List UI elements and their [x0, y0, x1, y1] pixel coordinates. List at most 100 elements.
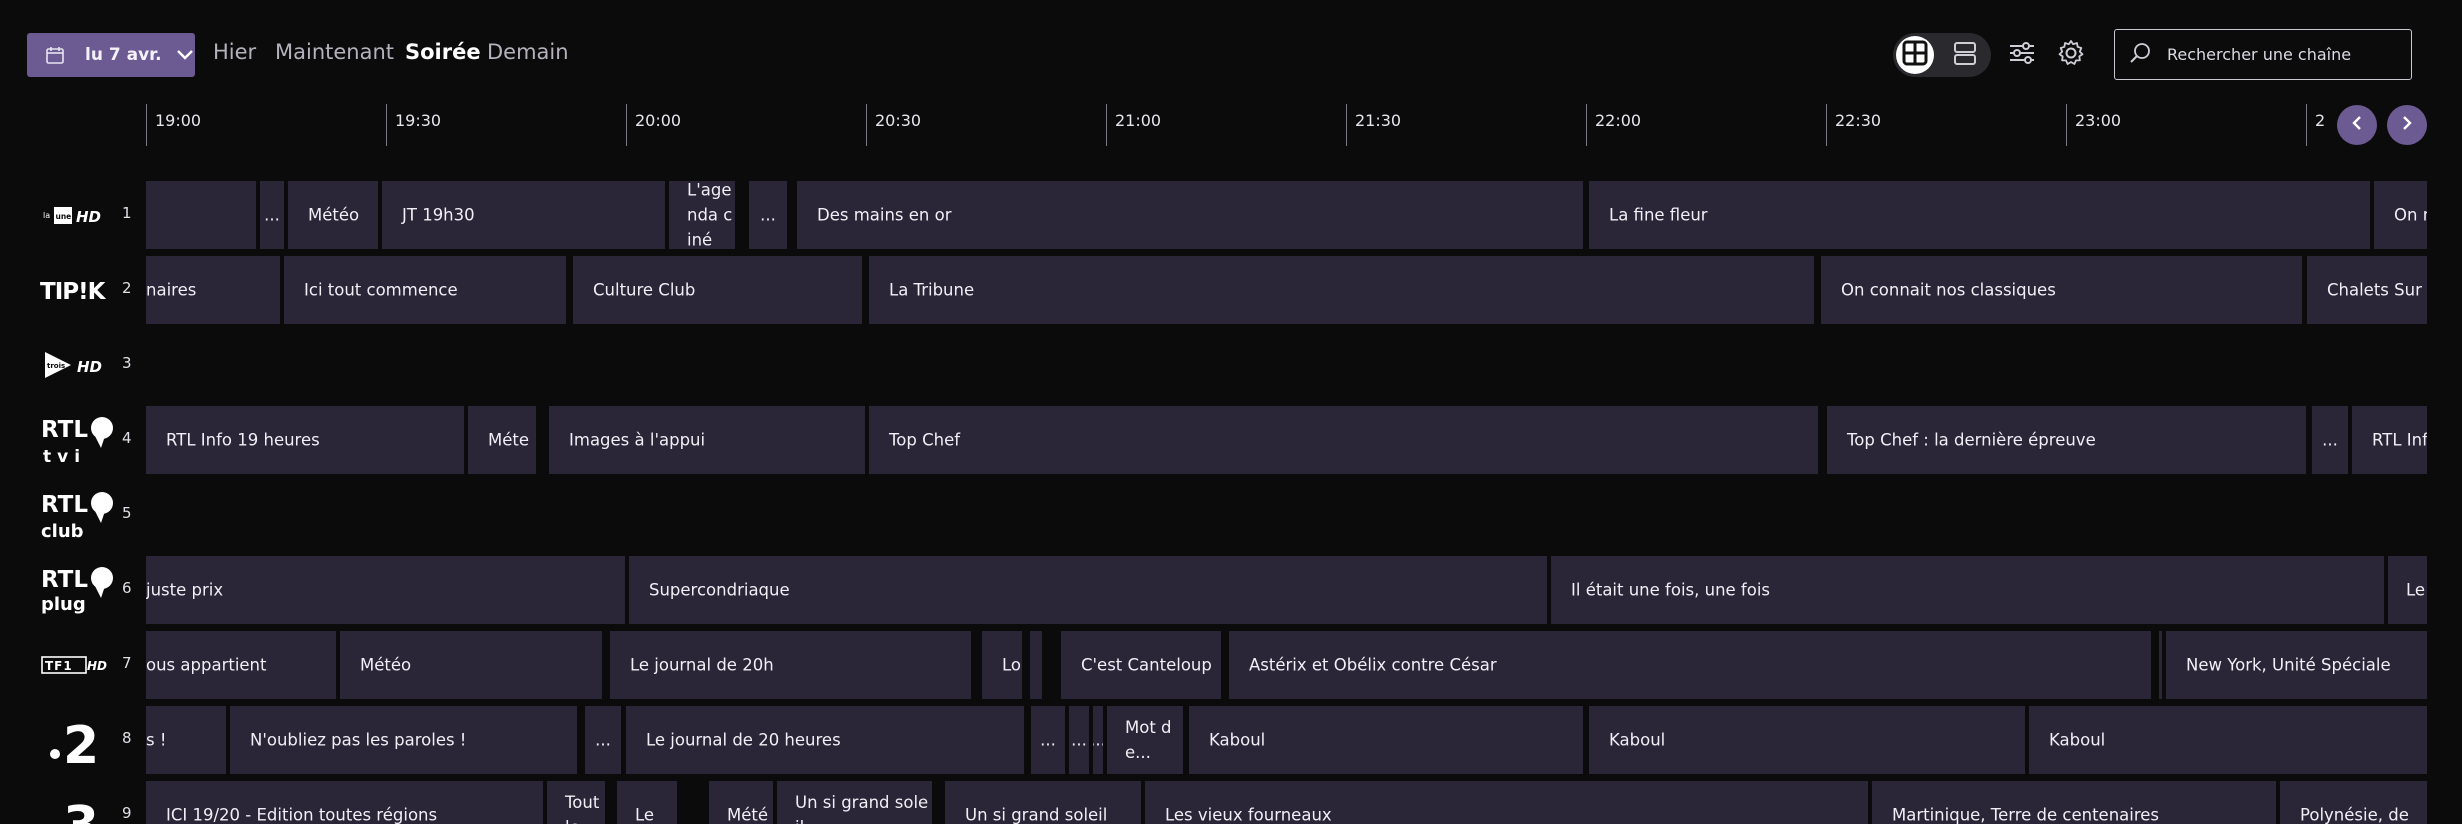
nav-demain[interactable]: Demain: [487, 40, 569, 64]
channel-row-header[interactable]: trois HD 3: [0, 330, 146, 400]
program-cell[interactable]: Supercondriaque: [629, 556, 1547, 624]
program-cell[interactable]: ous appartient: [146, 631, 336, 699]
filters-button[interactable]: [2004, 37, 2040, 73]
channel-row-header[interactable]: la une HD 1: [0, 180, 146, 250]
channel-number: 9: [122, 804, 132, 822]
program-cell[interactable]: Un si grand soleil: [777, 781, 932, 824]
program-cell[interactable]: Lo: [982, 631, 1022, 699]
channel-row-header[interactable]: RTL club 5: [0, 480, 146, 550]
program-cell[interactable]: Chalets Sur Me: [2307, 256, 2427, 324]
program-row: juste prix Supercondriaque Il était une …: [146, 555, 2427, 625]
program-cell[interactable]: Ici tout commence: [284, 256, 566, 324]
program-cell[interactable]: ...: [1069, 706, 1089, 774]
program-cell[interactable]: Kaboul: [1589, 706, 2025, 774]
program-cell[interactable]: juste prix: [146, 556, 625, 624]
program-cell[interactable]: Météo: [340, 631, 602, 699]
program-cell[interactable]: Le journal de 20 heures: [626, 706, 1024, 774]
program-cell[interactable]: New York, Unité Spéciale: [2166, 631, 2427, 699]
program-cell[interactable]: Images à l'appui: [549, 406, 865, 474]
program-cell[interactable]: RTL Info: [2352, 406, 2427, 474]
svg-text:plug: plug: [41, 594, 86, 615]
program-cell[interactable]: s !: [146, 706, 226, 774]
channel-logo-rtl-club: RTL club: [38, 480, 116, 550]
program-cell[interactable]: L'agenda ciné: [669, 181, 735, 249]
program-cell[interactable]: ...: [260, 181, 284, 249]
program-cell[interactable]: On connait nos classiques: [1821, 256, 2302, 324]
program-cell[interactable]: Astérix et Obélix contre César: [1229, 631, 2151, 699]
channel-logo-rtl-plug: RTL plug: [38, 555, 116, 625]
program-cell[interactable]: ...: [1093, 706, 1103, 774]
program-cell[interactable]: Météo: [288, 181, 378, 249]
program-row: s ! N'oubliez pas les paroles ! ... Le j…: [146, 705, 2427, 775]
time-tick: 19:00: [146, 104, 201, 146]
program-cell[interactable]: Polynésie, de: [2280, 781, 2427, 824]
program-cell[interactable]: Le: [617, 781, 677, 824]
program-cell[interactable]: N'oubliez pas les paroles !: [230, 706, 577, 774]
svg-text:3: 3: [63, 796, 99, 824]
program-cell[interactable]: [2159, 631, 2162, 699]
channel-row-header[interactable]: TF1 HD 7: [0, 630, 146, 700]
program-cell[interactable]: Il était une fois, une fois: [1551, 556, 2384, 624]
program-cell[interactable]: Le journal de 20h: [610, 631, 971, 699]
program-cell[interactable]: Kaboul: [1189, 706, 1583, 774]
program-cell[interactable]: Mot de...: [1107, 706, 1183, 774]
grid-view-icon: [1902, 40, 1928, 70]
program-cell[interactable]: [1030, 631, 1042, 699]
program-cell[interactable]: ICI 19/20 - Edition toutes régions: [146, 781, 543, 824]
chevron-left-icon: [2351, 115, 2363, 135]
program-cell[interactable]: JT 19h30: [382, 181, 665, 249]
channel-row-header[interactable]: 2 8: [0, 705, 146, 775]
program-cell[interactable]: Le Ch: [2388, 556, 2427, 624]
program-cell[interactable]: Kaboul: [2029, 706, 2427, 774]
grid-view-button[interactable]: [1896, 36, 1934, 74]
channel-logo-france-2: 2: [38, 705, 116, 775]
program-cell[interactable]: Des mains en or: [797, 181, 1583, 249]
channel-number: 4: [122, 429, 132, 447]
search-input[interactable]: [2167, 45, 2407, 64]
nav-soiree[interactable]: Soirée: [405, 40, 481, 64]
channel-number: 1: [122, 204, 132, 222]
program-cell[interactable]: Culture Club: [573, 256, 862, 324]
program-cell[interactable]: ...: [2312, 406, 2348, 474]
program-cell[interactable]: naires: [146, 256, 280, 324]
channel-logo-france-3: 3: [38, 780, 116, 824]
date-picker-button[interactable]: lu 7 avr.: [27, 33, 195, 77]
time-tick: 20:00: [626, 104, 681, 146]
channel-row-header[interactable]: TIP!K 2: [0, 255, 146, 325]
program-cell[interactable]: Les vieux fourneaux: [1145, 781, 1868, 824]
program-row: [146, 480, 2427, 550]
channel-logo-la-trois: trois HD: [38, 330, 116, 400]
program-cell[interactable]: Tout le: [547, 781, 605, 824]
program-cell[interactable]: On n': [2374, 181, 2427, 249]
program-cell[interactable]: RTL Info 19 heures: [146, 406, 464, 474]
channel-number: 7: [122, 654, 132, 672]
program-cell[interactable]: ...: [1031, 706, 1065, 774]
scroll-right-button[interactable]: [2387, 105, 2427, 145]
channel-search: [2114, 29, 2412, 80]
program-cell[interactable]: ...: [585, 706, 621, 774]
list-view-button[interactable]: [1946, 36, 1984, 74]
nav-maintenant[interactable]: Maintenant: [275, 40, 394, 64]
program-cell[interactable]: Top Chef: [869, 406, 1818, 474]
program-cell[interactable]: Méte: [468, 406, 536, 474]
channel-row-header[interactable]: RTL tvi 4: [0, 405, 146, 475]
program-cell[interactable]: [146, 181, 256, 249]
svg-text:HD: HD: [87, 659, 107, 673]
program-cell[interactable]: Un si grand soleil: [945, 781, 1141, 824]
nav-hier[interactable]: Hier: [213, 40, 256, 64]
channel-row-header[interactable]: 3 9: [0, 780, 146, 824]
settings-button[interactable]: [2053, 37, 2089, 73]
program-cell[interactable]: ...: [749, 181, 787, 249]
program-row: naires Ici tout commence Culture Club La…: [146, 255, 2427, 325]
view-toggle: [1893, 33, 1991, 77]
program-cell[interactable]: Martinique, Terre de centenaires: [1872, 781, 2276, 824]
scroll-left-button[interactable]: [2337, 105, 2377, 145]
program-cell[interactable]: La fine fleur: [1589, 181, 2370, 249]
program-cell[interactable]: Mété: [709, 781, 773, 824]
time-tick: 19:30: [386, 104, 441, 146]
time-tick: 21:30: [1346, 104, 1401, 146]
program-cell[interactable]: C'est Canteloup: [1061, 631, 1221, 699]
program-cell[interactable]: Top Chef : la dernière épreuve: [1827, 406, 2306, 474]
channel-row-header[interactable]: RTL plug 6: [0, 555, 146, 625]
program-cell[interactable]: La Tribune: [869, 256, 1814, 324]
